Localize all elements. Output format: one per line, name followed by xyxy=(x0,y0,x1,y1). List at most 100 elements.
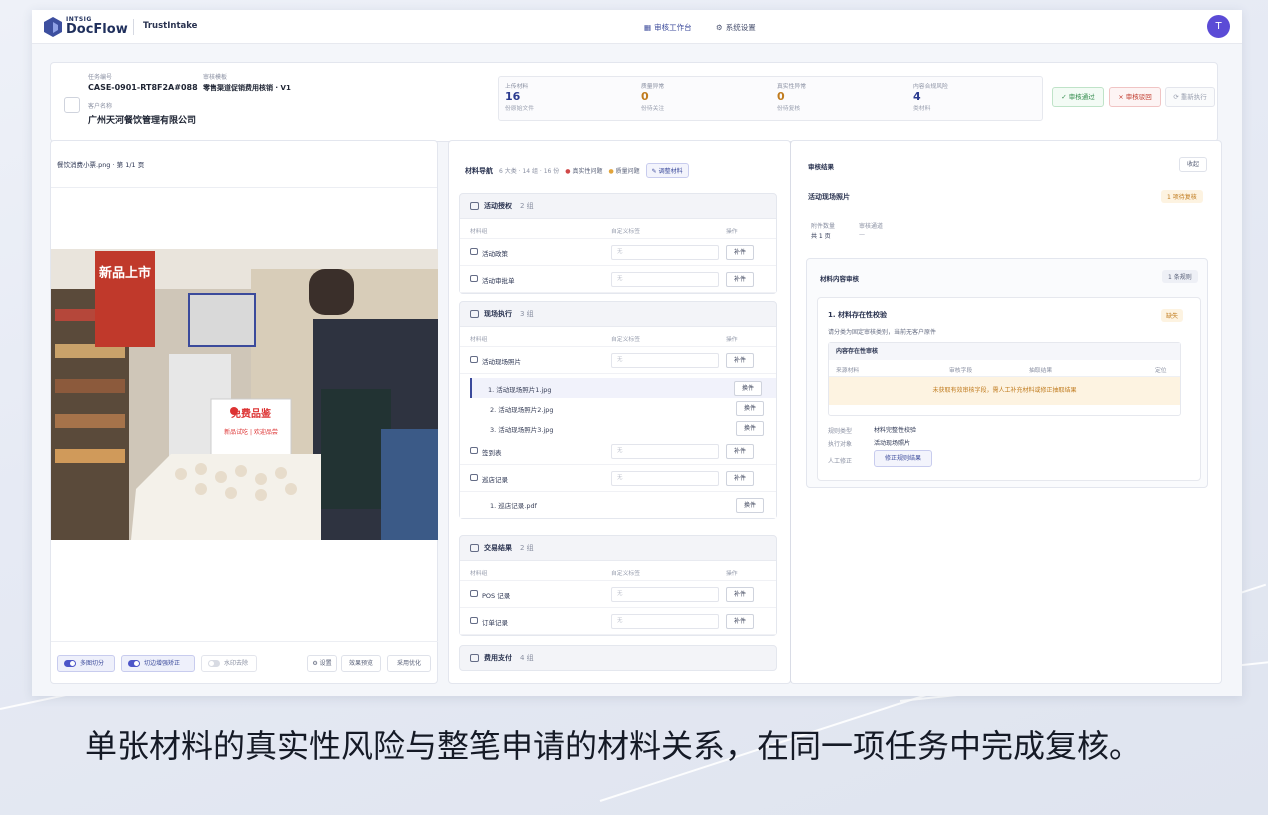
toggle-icon xyxy=(208,660,220,667)
rule-title: 1. 材料存在性校验 xyxy=(828,311,887,319)
material-row[interactable]: 活动现场照片无补件 xyxy=(460,347,776,374)
fix-rule-result-button[interactable]: 修正规则结果 xyxy=(874,450,932,467)
nav-settings[interactable]: ⚙ 系统设置 xyxy=(716,22,756,33)
table-header: 材料组 自定义标签 操作 xyxy=(460,561,776,581)
docflow-logo-icon xyxy=(44,17,62,37)
preview-file-title: 餐饮消费小票.png · 第 1/1 页 xyxy=(57,161,145,169)
add-file-button[interactable]: 补件 xyxy=(726,245,754,260)
stat-quality: 质量异常 0 份待关注 xyxy=(641,84,665,112)
folder-icon xyxy=(470,654,479,662)
custom-tag-input[interactable]: 无 xyxy=(611,471,719,486)
task-number: CASE-0901-RT8F2A#088 xyxy=(88,83,198,92)
channel-value: — xyxy=(859,231,865,238)
missing-notice: 未获取有效审核字段，需人工补充材料或修正抽取结果 xyxy=(829,377,1180,405)
dot-icon: ● xyxy=(608,168,614,175)
adjust-materials-button[interactable]: ✎ 调整材料 xyxy=(645,163,689,178)
toggle-watermark-remove[interactable]: 水印去除 xyxy=(201,655,257,672)
section-header[interactable]: 费用支付 4 组 xyxy=(460,646,776,670)
file-item-selected[interactable]: 1. 活动现场照片1.jpg 换件 xyxy=(470,378,776,398)
toggle-multi-split[interactable]: 多图切分 xyxy=(57,655,115,672)
swap-file-button[interactable]: 换件 xyxy=(736,498,764,513)
folder-icon xyxy=(470,590,478,597)
custom-tag-input[interactable]: 无 xyxy=(611,444,719,459)
count-label: 附件数量 xyxy=(811,223,836,230)
settings-button[interactable]: ⚙ 设置 xyxy=(307,655,337,672)
custom-tag-input[interactable]: 无 xyxy=(611,614,719,629)
table-header: 材料组 自定义标签 操作 xyxy=(460,327,776,347)
table-header: 材料组 自定义标签 操作 xyxy=(460,219,776,239)
swap-file-button[interactable]: 换件 xyxy=(736,401,764,416)
content-review-card: 材料内容审核 1 条规则 1. 材料存在性校验 缺失 请分类为固定审核类别，当前… xyxy=(806,258,1208,488)
folder-icon xyxy=(470,356,478,363)
material-row[interactable]: 巡店记录无补件 xyxy=(460,465,776,492)
section-header[interactable]: 活动授权 2 组 xyxy=(460,194,776,218)
material-row[interactable]: 签到表无补件 xyxy=(460,438,776,465)
add-file-button[interactable]: 补件 xyxy=(726,272,754,287)
section-header[interactable]: 现场执行 3 组 xyxy=(460,302,776,326)
folder-icon xyxy=(470,617,478,624)
rule-type-label: 规则类型 xyxy=(828,428,853,435)
material-row[interactable]: 活动审批单无补件 xyxy=(460,266,776,293)
file-item[interactable]: 1. 巡店记录.pdf 换件 xyxy=(460,492,776,518)
section-header[interactable]: 交易结果 2 组 xyxy=(460,536,776,560)
dot-icon: ● xyxy=(565,168,571,175)
add-file-button[interactable]: 补件 xyxy=(726,444,754,459)
custom-tag-input[interactable]: 无 xyxy=(611,272,719,287)
material-row[interactable]: 订单记录无补件 xyxy=(460,608,776,635)
reject-button[interactable]: × 审核驳回 xyxy=(1109,87,1161,107)
material-row[interactable]: POS 记录无补件 xyxy=(460,581,776,608)
add-file-button[interactable]: 补件 xyxy=(726,614,754,629)
template-value: 零售渠道促销费用核销 · V1 xyxy=(203,84,291,92)
sign-main-text: 免费品鉴 xyxy=(231,407,272,420)
app-window: INTSIG DocFlow TrustIntake ▦ 审核工作台 ⚙ 系统设置 … xyxy=(32,10,1242,696)
swap-file-button[interactable]: 换件 xyxy=(736,421,764,436)
material-row[interactable]: 活动政策无补件 xyxy=(460,239,776,266)
section-payment: 费用支付 4 组 xyxy=(459,645,777,671)
custom-tag-input[interactable]: 无 xyxy=(611,245,719,260)
grid-icon: ▦ xyxy=(644,23,652,32)
custom-tag-input[interactable]: 无 xyxy=(611,353,719,368)
add-file-button[interactable]: 补件 xyxy=(726,353,754,368)
collapse-button[interactable]: 收起 xyxy=(1179,157,1207,172)
legend-quality: ● 质量问题 xyxy=(608,168,640,175)
apply-optimize-button[interactable]: 采用优化 xyxy=(387,655,431,672)
preview-controls: 多图切分 切边增强矫正 水印去除 ⚙ 设置 效果预览 采用优化 xyxy=(51,641,438,681)
stat-uploads: 上传材料 16 份原始文件 xyxy=(505,84,534,112)
toggle-icon xyxy=(128,660,140,667)
count-value: 共 1 页 xyxy=(811,233,831,240)
caption-text: 单张材料的真实性风险与整笔申请的材料关系，在同一项任务中完成复核。 xyxy=(85,727,1142,765)
folder-icon xyxy=(470,544,479,552)
toggle-edge-enhance[interactable]: 切边增强矫正 xyxy=(121,655,195,672)
channel-label: 审核通道 xyxy=(859,223,884,230)
folder-icon xyxy=(470,474,478,481)
user-avatar[interactable]: T xyxy=(1207,15,1230,38)
add-file-button[interactable]: 补件 xyxy=(726,587,754,602)
section-onsite-exec: 现场执行 3 组 材料组 自定义标签 操作 活动现场照片无补件 1. 活动现场照片1.… xyxy=(459,301,777,519)
client-label: 客户名称 xyxy=(88,103,113,110)
case-checkbox[interactable] xyxy=(64,97,80,113)
task-label: 任务编号 xyxy=(88,74,113,81)
content-review-title: 材料内容审核 xyxy=(820,275,859,283)
document-image[interactable]: 新品上市 免费品鉴 新品试吃 | 欢迎品尝 xyxy=(51,249,438,540)
rerun-button[interactable]: ⟳ 重新执行 xyxy=(1165,87,1215,107)
swap-file-button[interactable]: 换件 xyxy=(734,381,762,396)
target-label: 执行对象 xyxy=(828,441,853,448)
custom-tag-input[interactable]: 无 xyxy=(611,587,719,602)
manual-fix-label: 人工修正 xyxy=(828,458,853,465)
nav-review-workbench[interactable]: ▦ 审核工作台 xyxy=(644,22,692,33)
masked-face xyxy=(188,293,256,347)
approve-button[interactable]: ✓ 审核通过 xyxy=(1052,87,1104,107)
divider xyxy=(133,19,134,35)
stat-authenticity: 真实性异常 0 份待复核 xyxy=(777,84,806,112)
file-item[interactable]: 3. 活动现场照片3.jpg 换件 xyxy=(460,418,776,438)
file-item[interactable]: 2. 活动现场照片2.jpg 换件 xyxy=(460,398,776,418)
result-title: 审核结果 xyxy=(808,163,834,171)
section-transaction: 交易结果 2 组 材料组 自定义标签 操作 POS 记录无补件 订单记录无补件 xyxy=(459,535,777,636)
materials-header: 材料导航 6 大类 · 14 组 · 16 份 ● 真实性问题 ● 质量问题 ✎… xyxy=(465,163,689,178)
toggle-icon xyxy=(64,660,76,667)
folder-icon xyxy=(470,275,478,282)
preview-effect-button[interactable]: 效果预览 xyxy=(341,655,381,672)
add-file-button[interactable]: 补件 xyxy=(726,471,754,486)
gear-icon: ⚙ xyxy=(716,23,723,32)
section-activity-auth: 活动授权 2 组 材料组 自定义标签 操作 活动政策无补件 活动审批单无补件 xyxy=(459,193,777,294)
